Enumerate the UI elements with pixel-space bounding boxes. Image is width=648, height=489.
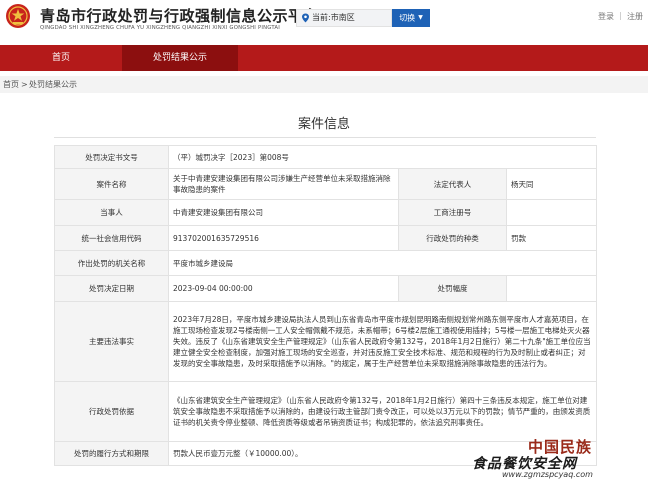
breadcrumb-home[interactable]: 首页 [3,76,19,93]
table-row: 当事人 中青建安建设集团有限公司 工商注册号 [54,199,597,226]
platform-subtitle: QINGDAO SHI XINGZHENG CHUFA YU XINGZHENG… [40,25,280,31]
breadcrumb-separator: > [21,80,28,89]
top-header: 青岛市行政处罚与行政强制信息公示平台 QINGDAO SHI XINGZHENG… [0,0,648,40]
legal-representative: 杨天同 [506,168,597,200]
current-location: 当前:市南区 [296,9,392,27]
field-label: 处罚决定书文号 [54,145,169,169]
table-row: 作出处罚的机关名称 平度市城乡建设局 [54,250,597,276]
switch-region-button[interactable]: 切换 ▼ [392,9,430,27]
caret-down-icon: ▼ [418,14,423,21]
platform-title: 青岛市行政处罚与行政强制信息公示平台 [40,7,320,25]
field-label: 法定代表人 [398,168,507,200]
nav-home[interactable]: 首页 [0,45,122,71]
watermark-url: www.zgmzspcyaq.com [502,470,593,479]
field-label: 行政处罚依据 [54,381,169,442]
table-row: 统一社会信用代码 913702001635729516 行政处罚的种类 罚款 [54,225,597,251]
party-name: 中青建安建设集团有限公司 [168,199,399,226]
field-label: 当事人 [54,199,169,226]
table-row: 案件名称 关于中青建安建设集团有限公司涉嫌生产经营单位未采取措施消除事故隐患的案… [54,168,597,200]
breadcrumb-current[interactable]: 处罚结果公示 [29,76,77,93]
login-link[interactable]: 登录 [598,11,614,22]
field-label: 处罚的履行方式和期限 [54,441,169,466]
penalty-basis: 《山东省建筑安全生产管理规定》（山东省人民政府令第132号，2018年1月2日施… [168,381,597,442]
table-row: 处罚决定日期 2023-09-04 00:00:00 处罚幅度 [54,275,597,302]
emblem-logo-icon [6,4,30,28]
location-pin-icon [302,13,309,23]
credit-code: 913702001635729516 [168,225,399,251]
decision-number: （平）城罚决字［2023］第008号 [168,145,597,169]
field-label: 处罚决定日期 [54,275,169,302]
register-link[interactable]: 注册 [627,11,643,22]
main-violation-facts: 2023年7月28日，平度市城乡建设局执法人员到山东省青岛市平度市规划昆明路南侧… [168,301,597,382]
business-registration-number [506,199,597,226]
case-name: 关于中青建安建设集团有限公司涉嫌生产经营单位未采取措施消除事故隐患的案件 [168,168,399,200]
field-label: 作出处罚的机关名称 [54,250,169,276]
field-label: 处罚幅度 [398,275,507,302]
field-label: 案件名称 [54,168,169,200]
page-title: 案件信息 [297,117,350,132]
table-row: 主要违法事实 2023年7月28日，平度市城乡建设局执法人员到山东省青岛市平度市… [54,301,597,382]
nav-penalty-results[interactable]: 处罚结果公示 [122,45,238,71]
penalty-authority: 平度市城乡建设局 [168,250,597,276]
location-text: 当前:市南区 [312,13,355,22]
penalty-range [506,275,597,302]
field-label: 统一社会信用代码 [54,225,169,251]
field-label: 工商注册号 [398,199,507,226]
site-watermark: 中国民族 食品餐饮安全网 www.zgmzspcyaq.com [472,436,642,480]
table-row: 行政处罚依据 《山东省建筑安全生产管理规定》（山东省人民政府令第132号，201… [54,381,597,442]
decision-date: 2023-09-04 00:00:00 [168,275,399,302]
field-label: 主要违法事实 [54,301,169,382]
table-row: 处罚决定书文号 （平）城罚决字［2023］第008号 [54,145,597,169]
field-label: 行政处罚的种类 [398,225,507,251]
breadcrumb: 首页 > 处罚结果公示 [0,76,648,93]
main-nav: 首页 处罚结果公示 [0,45,648,71]
switch-label: 切换 [399,13,416,23]
penalty-type: 罚款 [506,225,597,251]
case-info-table: 处罚决定书文号 （平）城罚决字［2023］第008号 案件名称 关于中青建安建设… [54,145,597,466]
header-separator: | [619,11,622,20]
title-divider [54,137,596,138]
